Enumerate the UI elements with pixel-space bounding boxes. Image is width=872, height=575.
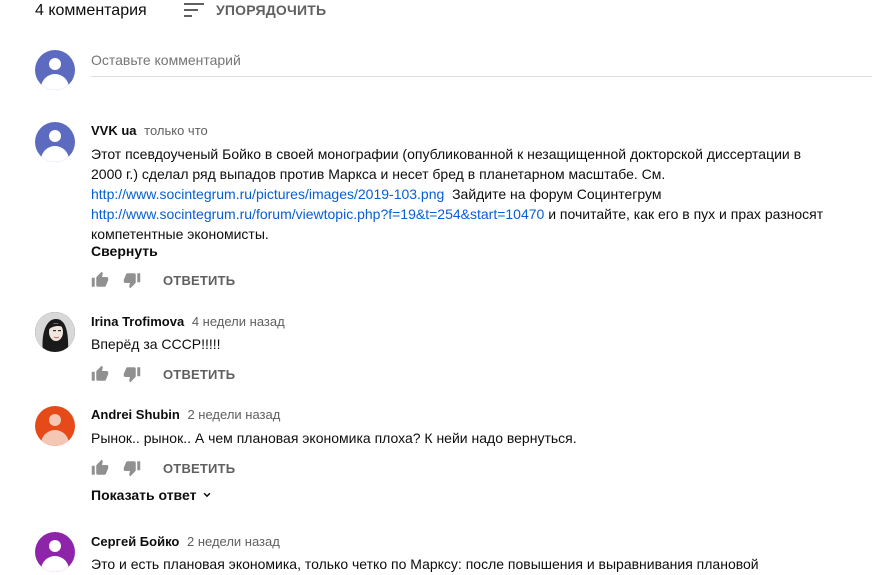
avatar[interactable] — [35, 532, 75, 572]
show-replies-button[interactable]: Показать ответ — [91, 487, 214, 503]
comment-actions: ОТВЕТИТЬ — [91, 458, 235, 478]
show-replies-label: Показать ответ — [91, 487, 197, 503]
comment-input-placeholder: Оставьте комментарий — [91, 52, 241, 68]
comment-text-line: Этот псевдоученый Бойко в своей монограф… — [91, 146, 802, 162]
reply-button[interactable]: ОТВЕТИТЬ — [163, 273, 235, 288]
current-user-avatar — [35, 50, 75, 90]
comment-text: и почитайте, как его в пух и прах разнос… — [544, 206, 824, 222]
thumbs-up-icon[interactable] — [91, 271, 109, 289]
avatar-photo — [35, 312, 75, 352]
comment-link[interactable]: http://www.socintegrum.ru/forum/viewtopi… — [91, 206, 544, 222]
comment-header: Irina Trofimova 4 недели назад — [91, 314, 285, 329]
collapse-button[interactable]: Свернуть — [91, 243, 158, 259]
thumbs-down-icon[interactable] — [123, 271, 141, 289]
avatar[interactable] — [35, 312, 75, 352]
sort-label: УПОРЯДОЧИТЬ — [216, 2, 327, 18]
comment-text-line: Вперёд за СССР!!!!! — [91, 336, 221, 352]
comment-header: Andrei Shubin 2 недели назад — [91, 407, 280, 422]
avatar[interactable] — [35, 122, 75, 162]
comment-text: Зайдите на форум Социнтегрум — [444, 186, 662, 202]
comment-text-line: 2000 г.) сделал ряд выпадов против Маркс… — [91, 166, 666, 182]
thumbs-down-icon[interactable] — [123, 365, 141, 383]
sort-icon — [184, 3, 204, 17]
comment-actions: ОТВЕТИТЬ — [91, 364, 235, 384]
reply-button[interactable]: ОТВЕТИТЬ — [163, 367, 235, 382]
chevron-down-icon — [204, 492, 211, 498]
comment-text-line: http://www.socintegrum.ru/forum/viewtopi… — [91, 204, 823, 224]
comment-time[interactable]: 4 недели назад — [192, 314, 285, 329]
comment-text-line: Рынок.. рынок.. А чем плановая экономика… — [91, 430, 577, 446]
sort-button[interactable]: УПОРЯДОЧИТЬ — [184, 2, 326, 18]
comment-text-line: Это и есть плановая экономика, только че… — [91, 556, 759, 572]
comment-link[interactable]: http://www.socintegrum.ru/pictures/image… — [91, 186, 444, 202]
comment-actions: ОТВЕТИТЬ — [91, 270, 235, 290]
author-name[interactable]: Andrei Shubin — [91, 407, 180, 422]
thumbs-up-icon[interactable] — [91, 365, 109, 383]
author-name[interactable]: Irina Trofimova — [91, 314, 184, 329]
comment-time[interactable]: 2 недели назад — [187, 407, 280, 422]
comment-time[interactable]: только что — [144, 123, 208, 138]
comment-text-line: компетентные экономисты. — [91, 226, 269, 242]
comment-header: Сергей Бойко 2 недели назад — [91, 534, 280, 549]
author-name[interactable]: Сергей Бойко — [91, 534, 179, 549]
avatar[interactable] — [35, 406, 75, 446]
thumbs-down-icon[interactable] — [123, 459, 141, 477]
comment-input[interactable]: Оставьте комментарий — [91, 52, 872, 77]
comment-time[interactable]: 2 недели назад — [187, 534, 280, 549]
author-name[interactable]: VVK ua — [91, 123, 137, 138]
thumbs-up-icon[interactable] — [91, 459, 109, 477]
reply-button[interactable]: ОТВЕТИТЬ — [163, 461, 235, 476]
comment-header: VVK ua только что — [91, 123, 208, 138]
comments-count: 4 комментария — [35, 2, 147, 19]
comment-text-line: http://www.socintegrum.ru/pictures/image… — [91, 184, 661, 204]
